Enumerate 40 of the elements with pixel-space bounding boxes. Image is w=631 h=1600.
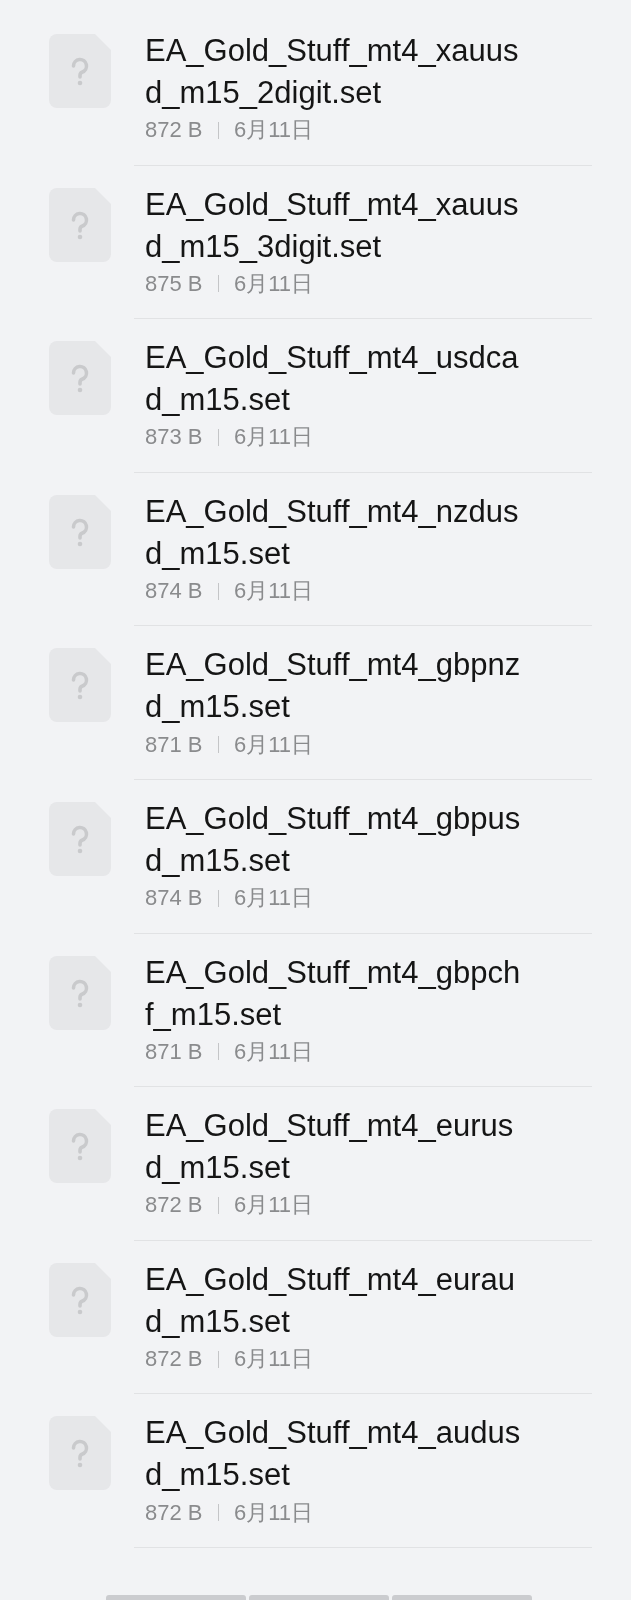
- file-name: EA_Gold_Stuff_mt4_gbpnzd_m15.set: [145, 646, 522, 727]
- file-name: EA_Gold_Stuff_mt4_nzdusd_m15.set: [145, 492, 520, 573]
- file-size: 872 B: [145, 117, 203, 144]
- file-name: EA_Gold_Stuff_mt4_audusd_m15.set: [145, 1414, 522, 1495]
- file-name: EA_Gold_Stuff_mt4_euraud_m15.set: [145, 1260, 516, 1341]
- unknown-file-icon: [49, 648, 111, 723]
- file-date: 6月11日: [234, 116, 314, 145]
- file-date: 6月11日: [234, 884, 314, 913]
- unknown-file-icon: [49, 341, 111, 416]
- unknown-file-icon: [49, 801, 111, 876]
- file-name: EA_Gold_Stuff_mt4_eurusd_m15.set: [145, 1107, 515, 1188]
- file-name: EA_Gold_Stuff_mt4_xauusd_m15_3digit.set: [145, 185, 520, 266]
- unknown-file-icon: [49, 1416, 111, 1491]
- unknown-file-icon: [49, 187, 111, 262]
- file-size: 874 B: [145, 885, 203, 912]
- file-size: 872 B: [145, 1346, 203, 1373]
- file-date: 6月11日: [234, 1345, 314, 1374]
- file-date: 6月11日: [234, 269, 314, 298]
- file-date: 6月11日: [234, 577, 314, 606]
- file-size: 872 B: [145, 1499, 203, 1526]
- file-date: 6月11日: [234, 1191, 314, 1220]
- file-name: EA_Gold_Stuff_mt4_gbpusd_m15.set: [145, 799, 522, 880]
- file-size: 874 B: [145, 578, 203, 605]
- unknown-file-icon: [49, 955, 111, 1030]
- file-size: 872 B: [145, 1192, 203, 1219]
- unknown-file-icon: [49, 1109, 111, 1184]
- file-date: 6月11日: [234, 730, 314, 759]
- file-size: 873 B: [145, 424, 203, 451]
- file-name: EA_Gold_Stuff_mt4_xauusd_m15_2digit.set: [145, 32, 520, 112]
- file-date: 6月11日: [234, 423, 314, 452]
- unknown-file-icon: [49, 34, 111, 108]
- file-name: EA_Gold_Stuff_mt4_gbpchf_m15.set: [145, 953, 522, 1034]
- file-name: EA_Gold_Stuff_mt4_usdcad_m15.set: [145, 339, 520, 420]
- file-size: 871 B: [145, 1038, 203, 1065]
- file-date: 6月11日: [234, 1037, 314, 1066]
- file-size: 875 B: [145, 270, 203, 297]
- unknown-file-icon: [49, 494, 111, 569]
- file-size: 871 B: [145, 731, 203, 758]
- file-date: 6月11日: [234, 1498, 314, 1527]
- unknown-file-icon: [49, 1262, 111, 1337]
